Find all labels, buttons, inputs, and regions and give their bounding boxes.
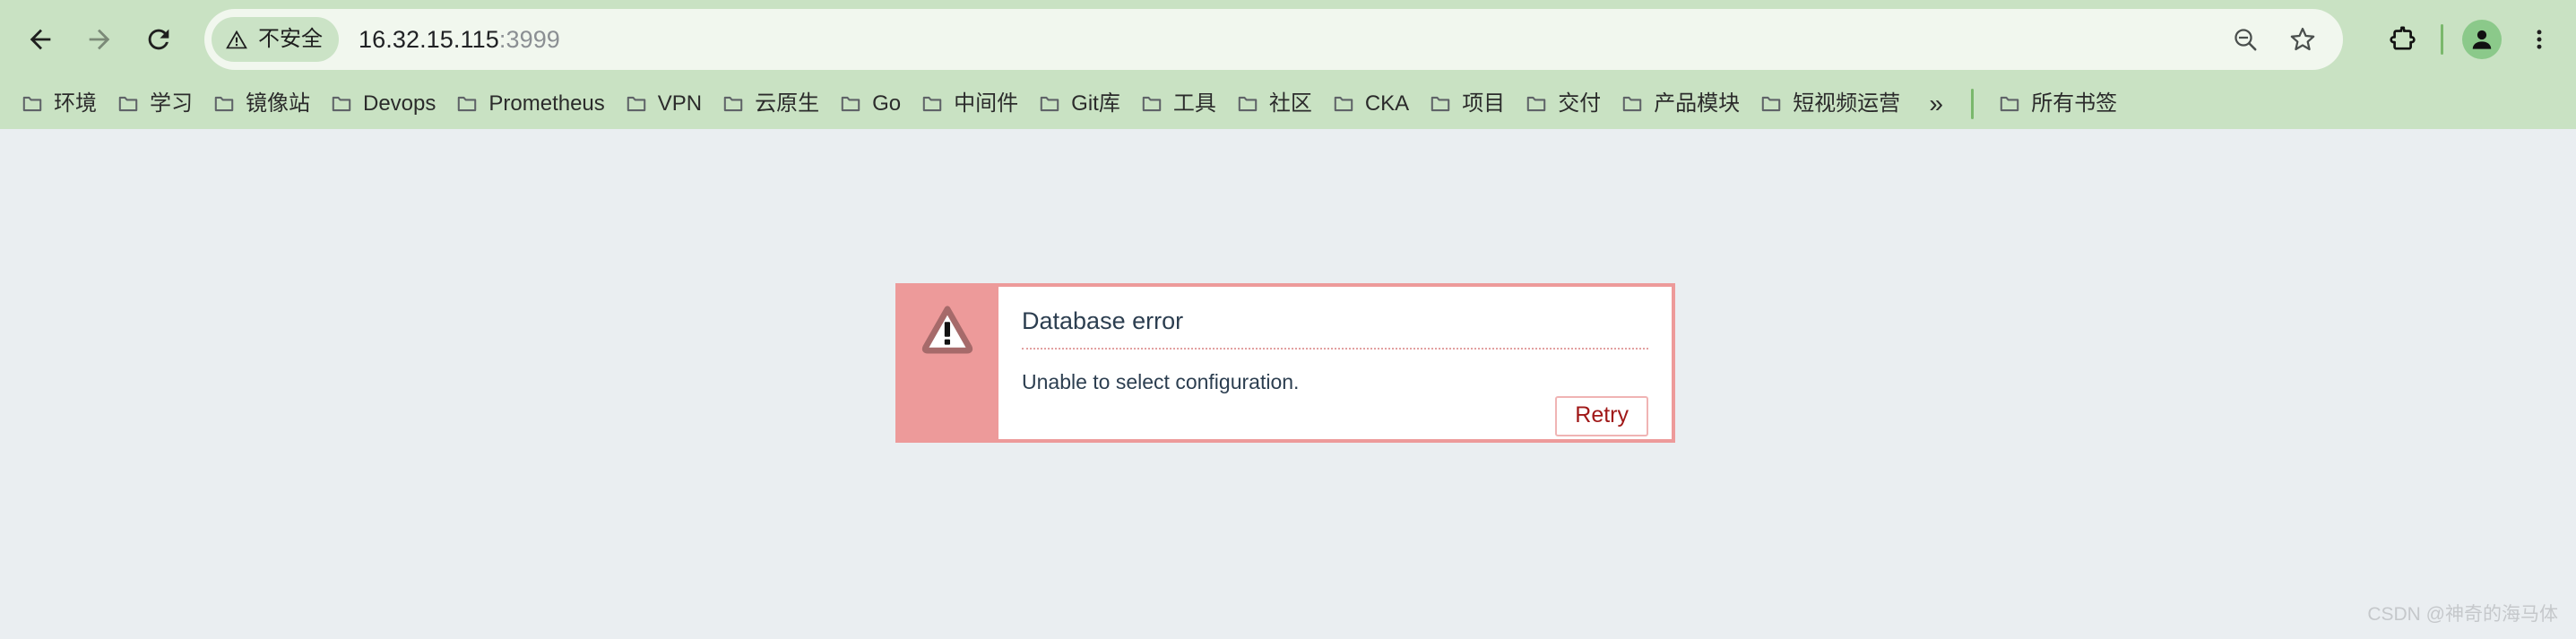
back-button[interactable] [11, 10, 70, 69]
folder-icon [1040, 96, 1059, 112]
bookmarks-bar: 环境 学习 镜像站 Devops Prometheus VPN 云原生 Go 中… [0, 79, 2576, 129]
bookmark-folder-14[interactable]: 交付 [1515, 84, 1611, 124]
star-icon [2290, 27, 2315, 51]
folder-icon [1431, 96, 1450, 112]
bookmark-folder-7[interactable]: Go [829, 84, 911, 124]
bookmark-folder-6[interactable]: 云原生 [712, 84, 829, 124]
bookmark-folder-label: 中间件 [954, 91, 1019, 116]
toolbar-divider [2441, 24, 2443, 55]
error-icon-panel [895, 283, 998, 443]
bookmark-folder-0[interactable]: 环境 [11, 84, 107, 124]
person-icon [2472, 30, 2492, 49]
error-message: Unable to select configuration. [1022, 370, 1300, 394]
folder-icon [841, 96, 860, 112]
bookmarks-overflow-button[interactable]: » [1915, 84, 1957, 124]
all-bookmarks-button[interactable]: 所有书签 [1988, 84, 2127, 124]
bookmark-folder-label: 社区 [1268, 91, 1312, 116]
retry-button[interactable]: Retry [1555, 396, 1648, 437]
warning-triangle-icon [921, 306, 972, 354]
folder-icon [2000, 96, 2019, 112]
url-host: 16.32.15.115 [359, 25, 499, 53]
bookmark-folder-1[interactable]: 学习 [107, 84, 203, 124]
bookmark-folder-10[interactable]: 工具 [1130, 84, 1226, 124]
reload-button[interactable] [129, 10, 188, 69]
bookmark-folder-label: 产品模块 [1654, 91, 1741, 116]
bookmark-folder-label: 短视频运营 [1793, 91, 1901, 116]
folder-icon [1761, 96, 1781, 112]
bookmark-folder-label: VPN [657, 91, 703, 116]
warning-triangle-icon [226, 30, 247, 49]
bookmark-folder-8[interactable]: 中间件 [911, 84, 1028, 124]
folder-icon [723, 96, 743, 112]
bookmarks-separator [1971, 89, 1975, 119]
reload-icon [148, 29, 169, 50]
bookmark-folder-label: Devops [363, 91, 437, 116]
toolbar-right-actions [2374, 0, 2567, 79]
bookmark-star-button[interactable] [2277, 13, 2329, 65]
bookmark-folder-15[interactable]: 产品模块 [1611, 84, 1750, 124]
bookmark-folder-label: 交付 [1558, 91, 1602, 116]
bookmark-folder-label: 镜像站 [246, 91, 310, 116]
bookmark-folder-label: 项目 [1462, 91, 1506, 116]
bookmark-folder-label: 云原生 [755, 91, 820, 116]
url-port: :3999 [498, 25, 560, 53]
extensions-puzzle-icon [2390, 26, 2416, 50]
avatar [2462, 20, 2502, 59]
profile-button[interactable] [2454, 12, 2510, 67]
folder-icon [1238, 96, 1258, 112]
bookmark-folder-label: Git库 [1071, 91, 1120, 116]
folder-icon [627, 96, 646, 112]
error-body: Database error Unable to select configur… [998, 283, 1675, 443]
back-arrow-icon [30, 29, 51, 50]
folder-icon [22, 96, 42, 112]
folder-icon [214, 96, 234, 112]
bookmark-folder-12[interactable]: CKA [1322, 84, 1419, 124]
zoom-out-icon [2235, 29, 2257, 51]
bookmark-folder-16[interactable]: 短视频运营 [1750, 84, 1910, 124]
forward-button[interactable] [70, 10, 129, 69]
error-title: Database error [1022, 307, 1184, 334]
error-actions: Retry [1022, 396, 1648, 437]
bookmark-folder-13[interactable]: 项目 [1419, 84, 1515, 124]
bookmark-folder-label: Prometheus [488, 91, 605, 116]
folder-icon [1526, 96, 1546, 112]
watermark: CSDN @神奇的海马体 [2367, 604, 2558, 625]
all-bookmarks-label: 所有书签 [2031, 91, 2118, 116]
browser-toolbar: 不安全 16.32.15.115:3999 [0, 0, 2576, 79]
three-dots-vertical-icon [2537, 30, 2542, 49]
omnibox-actions [2219, 13, 2343, 65]
bookmark-folder-label: 环境 [54, 91, 97, 116]
folder-icon [1334, 96, 1353, 112]
forward-arrow-icon [89, 29, 110, 50]
bookmark-folder-4[interactable]: Prometheus [445, 84, 614, 124]
bookmark-folder-label: 学习 [150, 91, 193, 116]
zoom-out-button[interactable] [2219, 13, 2271, 65]
bookmark-folder-11[interactable]: 社区 [1226, 84, 1322, 124]
folder-icon [332, 96, 351, 112]
chrome-menu-button[interactable] [2511, 12, 2567, 67]
folder-icon [458, 96, 477, 112]
extensions-button[interactable] [2374, 12, 2430, 67]
bookmark-folder-5[interactable]: VPN [615, 84, 712, 124]
bookmark-folder-label: Go [872, 91, 902, 116]
bookmark-folder-2[interactable]: 镜像站 [203, 84, 320, 124]
bookmark-folder-label: 工具 [1172, 91, 1216, 116]
bookmark-folder-label: CKA [1364, 91, 1410, 116]
folder-icon [922, 96, 942, 112]
bookmark-folder-3[interactable]: Devops [320, 84, 445, 124]
database-error-dialog: Database error Unable to select configur… [895, 283, 1675, 443]
folder-icon [118, 96, 138, 112]
folder-icon [1142, 96, 1162, 112]
url-text: 16.32.15.115:3999 [359, 26, 560, 54]
bookmark-folder-9[interactable]: Git库 [1028, 84, 1130, 124]
security-status-chip[interactable]: 不安全 [212, 17, 339, 62]
page-content: Database error Unable to select configur… [0, 129, 2576, 639]
folder-icon [1622, 96, 1642, 112]
security-status-label: 不安全 [258, 27, 323, 51]
address-bar[interactable]: 不安全 16.32.15.115:3999 [204, 9, 2343, 70]
